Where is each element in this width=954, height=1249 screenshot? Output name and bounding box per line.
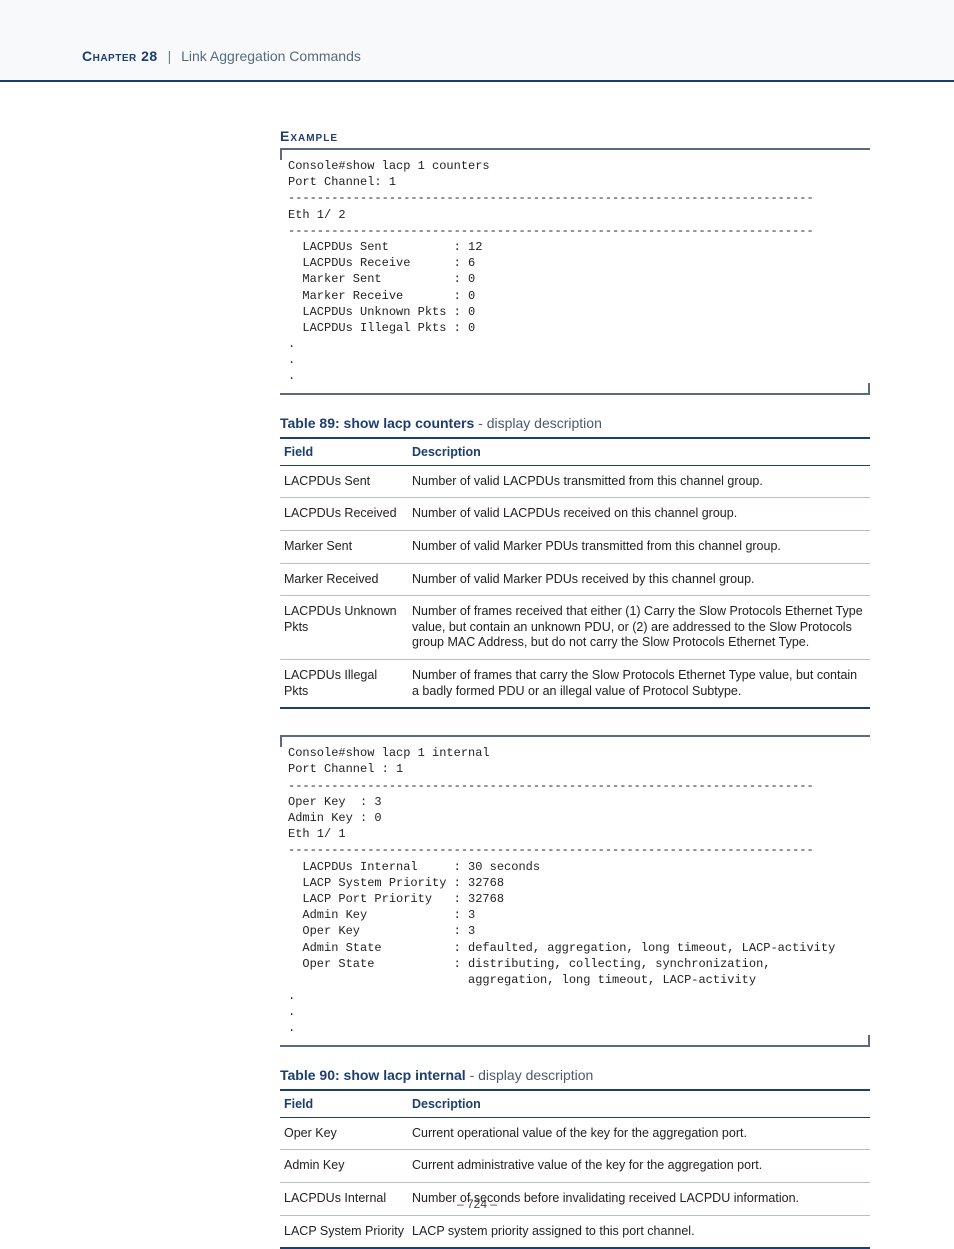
- cell-field: LACPDUs Sent: [280, 465, 408, 498]
- running-header: Chapter 28 | Link Aggregation Commands: [82, 48, 361, 64]
- cell-field: LACP System Priority: [280, 1215, 408, 1248]
- table-90-title-suffix: - display description: [466, 1067, 594, 1083]
- content-column: Example Console#show lacp 1 counters Por…: [280, 120, 870, 1249]
- cell-desc: Number of valid Marker PDUs transmitted …: [408, 530, 870, 563]
- cell-field: Oper Key: [280, 1117, 408, 1150]
- col-field: Field: [280, 438, 408, 466]
- table-90-title: Table 90: show lacp internal - display d…: [280, 1067, 870, 1083]
- cell-desc: Number of valid Marker PDUs received by …: [408, 563, 870, 596]
- table-row: Marker Sent Number of valid Marker PDUs …: [280, 530, 870, 563]
- code-block-internal: Console#show lacp 1 internal Port Channe…: [280, 735, 870, 1046]
- table-89-title-suffix: - display description: [474, 415, 602, 431]
- table-row: LACPDUs Received Number of valid LACPDUs…: [280, 498, 870, 531]
- header-band: [0, 0, 954, 82]
- page: Chapter 28 | Link Aggregation Commands E…: [0, 0, 954, 1235]
- col-field: Field: [280, 1090, 408, 1118]
- table-row: LACPDUs Illegal Pkts Number of frames th…: [280, 660, 870, 709]
- cell-field: Marker Received: [280, 563, 408, 596]
- cell-field: Admin Key: [280, 1150, 408, 1183]
- cell-desc: Number of frames that carry the Slow Pro…: [408, 660, 870, 709]
- header-separator: |: [168, 48, 172, 64]
- table-header-row: Field Description: [280, 438, 870, 466]
- table-89-title-bold: Table 89: show lacp counters: [280, 415, 474, 431]
- cell-desc: Number of valid LACPDUs transmitted from…: [408, 465, 870, 498]
- table-90-title-bold: Table 90: show lacp internal: [280, 1067, 466, 1083]
- table-row: LACPDUs Unknown Pkts Number of frames re…: [280, 596, 870, 660]
- table-89-title: Table 89: show lacp counters - display d…: [280, 415, 870, 431]
- table-row: Admin Key Current administrative value o…: [280, 1150, 870, 1183]
- code-text: Console#show lacp 1 counters Port Channe…: [280, 156, 870, 387]
- cell-field: LACPDUs Unknown Pkts: [280, 596, 408, 660]
- code-block-counters: Console#show lacp 1 counters Port Channe…: [280, 148, 870, 395]
- table-89: Field Description LACPDUs Sent Number of…: [280, 437, 870, 710]
- cell-desc: Number of frames received that either (1…: [408, 596, 870, 660]
- table-row: LACPDUs Sent Number of valid LACPDUs tra…: [280, 465, 870, 498]
- table-header-row: Field Description: [280, 1090, 870, 1118]
- cell-field: LACPDUs Received: [280, 498, 408, 531]
- table-row: Oper Key Current operational value of th…: [280, 1117, 870, 1150]
- cell-desc: Current administrative value of the key …: [408, 1150, 870, 1183]
- code-text: Console#show lacp 1 internal Port Channe…: [280, 743, 870, 1038]
- cell-desc: Current operational value of the key for…: [408, 1117, 870, 1150]
- table-row: Marker Received Number of valid Marker P…: [280, 563, 870, 596]
- cell-desc: Number of valid LACPDUs received on this…: [408, 498, 870, 531]
- chapter-label: Chapter 28: [82, 48, 158, 64]
- col-description: Description: [408, 1090, 870, 1118]
- example-heading: Example: [280, 128, 870, 144]
- spacer: [280, 709, 870, 735]
- cell-desc: LACP system priority assigned to this po…: [408, 1215, 870, 1248]
- table-90: Field Description Oper Key Current opera…: [280, 1089, 870, 1249]
- table-row: LACP System Priority LACP system priorit…: [280, 1215, 870, 1248]
- page-number: – 724 –: [0, 1197, 954, 1211]
- cell-field: Marker Sent: [280, 530, 408, 563]
- chapter-title: Link Aggregation Commands: [181, 48, 361, 64]
- col-description: Description: [408, 438, 870, 466]
- cell-field: LACPDUs Illegal Pkts: [280, 660, 408, 709]
